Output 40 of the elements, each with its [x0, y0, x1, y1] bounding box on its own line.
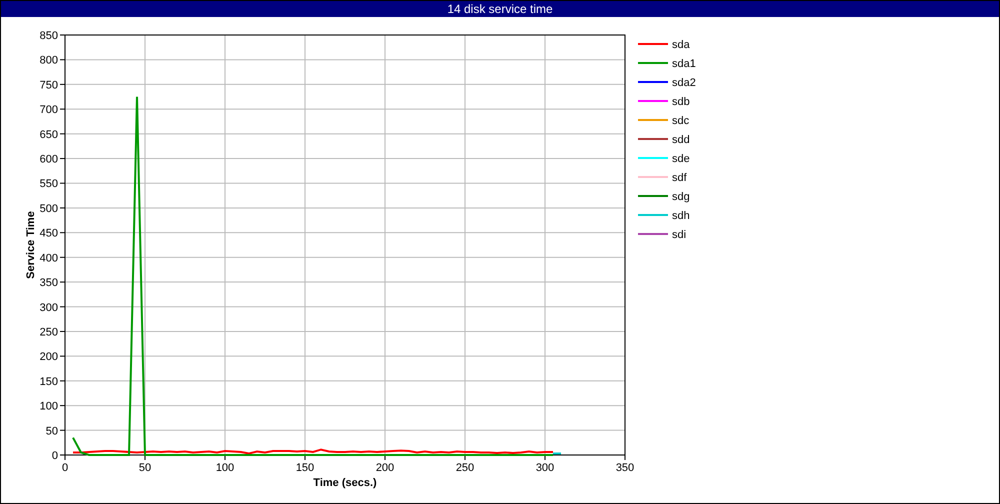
y-tick-label: 800 [40, 54, 58, 67]
y-tick-label: 250 [40, 326, 58, 338]
y-tick-label: 750 [40, 79, 58, 92]
x-axis-title: Time (secs.) [313, 477, 377, 489]
y-tick-label: 450 [40, 228, 58, 240]
legend-label: sde [672, 153, 690, 165]
y-tick-label: 650 [40, 128, 58, 141]
legend-label: sdc [672, 115, 690, 127]
y-tick-label: 500 [40, 202, 58, 215]
legend-label: sdi [672, 229, 686, 241]
y-tick-label: 100 [40, 400, 58, 413]
x-tick-label: 0 [62, 462, 68, 474]
y-tick-label: 600 [40, 154, 58, 166]
legend-label: sda [672, 39, 690, 51]
y-tick-label: 200 [40, 351, 58, 364]
x-tick-label: 150 [296, 462, 314, 474]
y-tick-label: 550 [40, 178, 58, 190]
y-tick-label: 300 [40, 302, 58, 314]
legend-label: sdh [672, 210, 690, 222]
y-tick-label: 50 [46, 425, 58, 438]
x-tick-label: 300 [536, 462, 554, 474]
legend-label: sdb [672, 96, 690, 108]
y-tick-label: 0 [52, 450, 58, 462]
x-tick-label: 200 [376, 462, 394, 474]
y-tick-label: 400 [40, 252, 58, 264]
x-tick-label: 100 [216, 462, 234, 474]
x-tick-label: 50 [138, 462, 152, 474]
x-tick-label: 250 [456, 462, 474, 474]
y-tick-label: 150 [40, 376, 58, 388]
y-axis-title: Service Time [25, 211, 37, 279]
y-tick-label: 700 [40, 104, 58, 116]
y-tick-label: 350 [40, 277, 58, 290]
legend-label: sdf [672, 172, 687, 184]
legend-label: sdd [672, 134, 690, 146]
window-title: 14 disk service time [1, 1, 999, 17]
legend-label: sda1 [672, 58, 696, 70]
x-tick-label: 350 [616, 462, 634, 474]
y-tick-label: 850 [40, 30, 58, 42]
legend-label: sda2 [672, 77, 696, 89]
legend-label: sdg [672, 191, 690, 203]
